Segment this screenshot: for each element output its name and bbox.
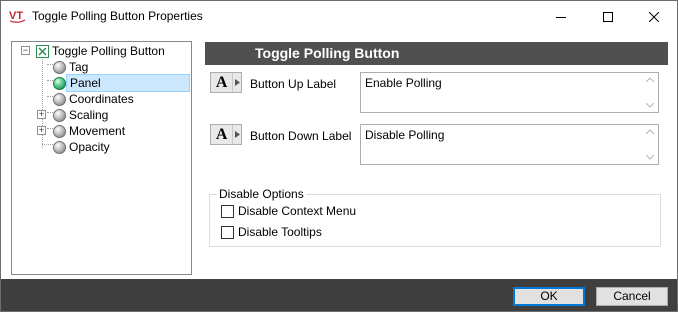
disable-tooltips-label: Disable Tooltips — [238, 225, 322, 239]
gray-ball-icon — [53, 140, 66, 154]
window-title: Toggle Polling Button Properties — [32, 9, 203, 23]
chevron-up-icon — [646, 129, 654, 134]
button-up-font-button[interactable]: A — [210, 72, 242, 93]
panel-header-title: Toggle Polling Button — [255, 45, 400, 61]
chevron-up-icon — [646, 77, 654, 82]
gray-ball-icon — [53, 124, 66, 138]
property-tree[interactable]: − Toggle Polling Button Tag Panel Coordi… — [11, 41, 192, 275]
app-logo-icon: VT — [9, 10, 26, 23]
caret-right-icon — [232, 125, 241, 144]
panel-header: Toggle Polling Button — [205, 42, 668, 65]
button-down-label-input[interactable]: Disable Polling — [360, 124, 659, 165]
tree-root-collapse-toggle[interactable]: − — [21, 46, 30, 55]
tree-item-label: Tag — [69, 60, 89, 74]
chevron-down-icon — [646, 103, 654, 108]
properties-window: VT Toggle Polling Button Properties − To… — [0, 0, 678, 312]
font-icon: A — [215, 74, 228, 91]
disable-options-group — [209, 194, 661, 247]
tree-item-movement[interactable]: Movement — [53, 123, 128, 139]
green-ball-icon — [53, 76, 66, 90]
tree-item-scaling[interactable]: Scaling — [53, 107, 111, 123]
minimize-icon — [556, 16, 566, 18]
font-icon: A — [215, 126, 228, 143]
title-bar[interactable]: VT Toggle Polling Button Properties — [1, 1, 677, 32]
tree-root-label: Toggle Polling Button — [52, 44, 165, 58]
tree-item-label: Opacity — [69, 140, 110, 154]
disable-options-title: Disable Options — [217, 187, 306, 201]
close-button[interactable] — [631, 1, 677, 32]
dialog-content: − Toggle Polling Button Tag Panel Coordi… — [1, 32, 677, 279]
tree-item-label: Movement — [69, 124, 126, 138]
tree-item-scaling-expand-toggle[interactable]: + — [37, 110, 46, 119]
tree-root-item[interactable]: Toggle Polling Button — [36, 43, 168, 59]
maximize-button[interactable] — [585, 1, 631, 32]
textbox-scrollbar[interactable] — [642, 125, 658, 164]
caret-right-icon — [232, 73, 241, 92]
app-logo-text: VT — [9, 10, 23, 22]
close-icon — [649, 11, 659, 22]
textbox-scrollbar[interactable] — [642, 73, 658, 112]
minimize-button[interactable] — [538, 1, 584, 32]
component-icon — [36, 44, 49, 58]
cancel-button[interactable]: Cancel — [596, 287, 668, 306]
disable-context-menu-checkbox[interactable] — [221, 204, 234, 218]
button-down-label-caption: Button Down Label — [250, 129, 352, 143]
ok-button[interactable]: OK — [513, 287, 585, 306]
button-up-label-caption: Button Up Label — [250, 77, 337, 91]
button-up-label-value: Enable Polling — [365, 76, 442, 90]
maximize-icon — [603, 11, 613, 22]
gray-ball-icon — [53, 92, 66, 106]
dialog-footer: OK Cancel — [1, 279, 677, 311]
tree-item-panel[interactable]: Panel — [53, 74, 190, 92]
tree-item-opacity[interactable]: Opacity — [53, 139, 113, 155]
button-up-label-input[interactable]: Enable Polling — [360, 72, 659, 113]
gray-ball-icon — [53, 108, 66, 122]
gray-ball-icon — [53, 60, 66, 74]
disable-context-menu-label: Disable Context Menu — [238, 204, 357, 218]
tree-item-coordinates[interactable]: Coordinates — [53, 91, 137, 107]
tree-item-tag[interactable]: Tag — [53, 59, 91, 75]
disable-tooltips-checkbox[interactable] — [221, 225, 234, 239]
tree-item-label: Coordinates — [69, 92, 134, 106]
button-down-font-button[interactable]: A — [210, 124, 242, 145]
disable-tooltips-option[interactable]: Disable Tooltips — [221, 225, 322, 239]
chevron-down-icon — [646, 155, 654, 160]
tree-item-label: Scaling — [69, 108, 109, 122]
tree-item-label: Panel — [66, 74, 190, 92]
disable-context-menu-option[interactable]: Disable Context Menu — [221, 204, 356, 218]
button-down-label-value: Disable Polling — [365, 128, 445, 142]
tree-item-movement-expand-toggle[interactable]: + — [37, 126, 46, 135]
